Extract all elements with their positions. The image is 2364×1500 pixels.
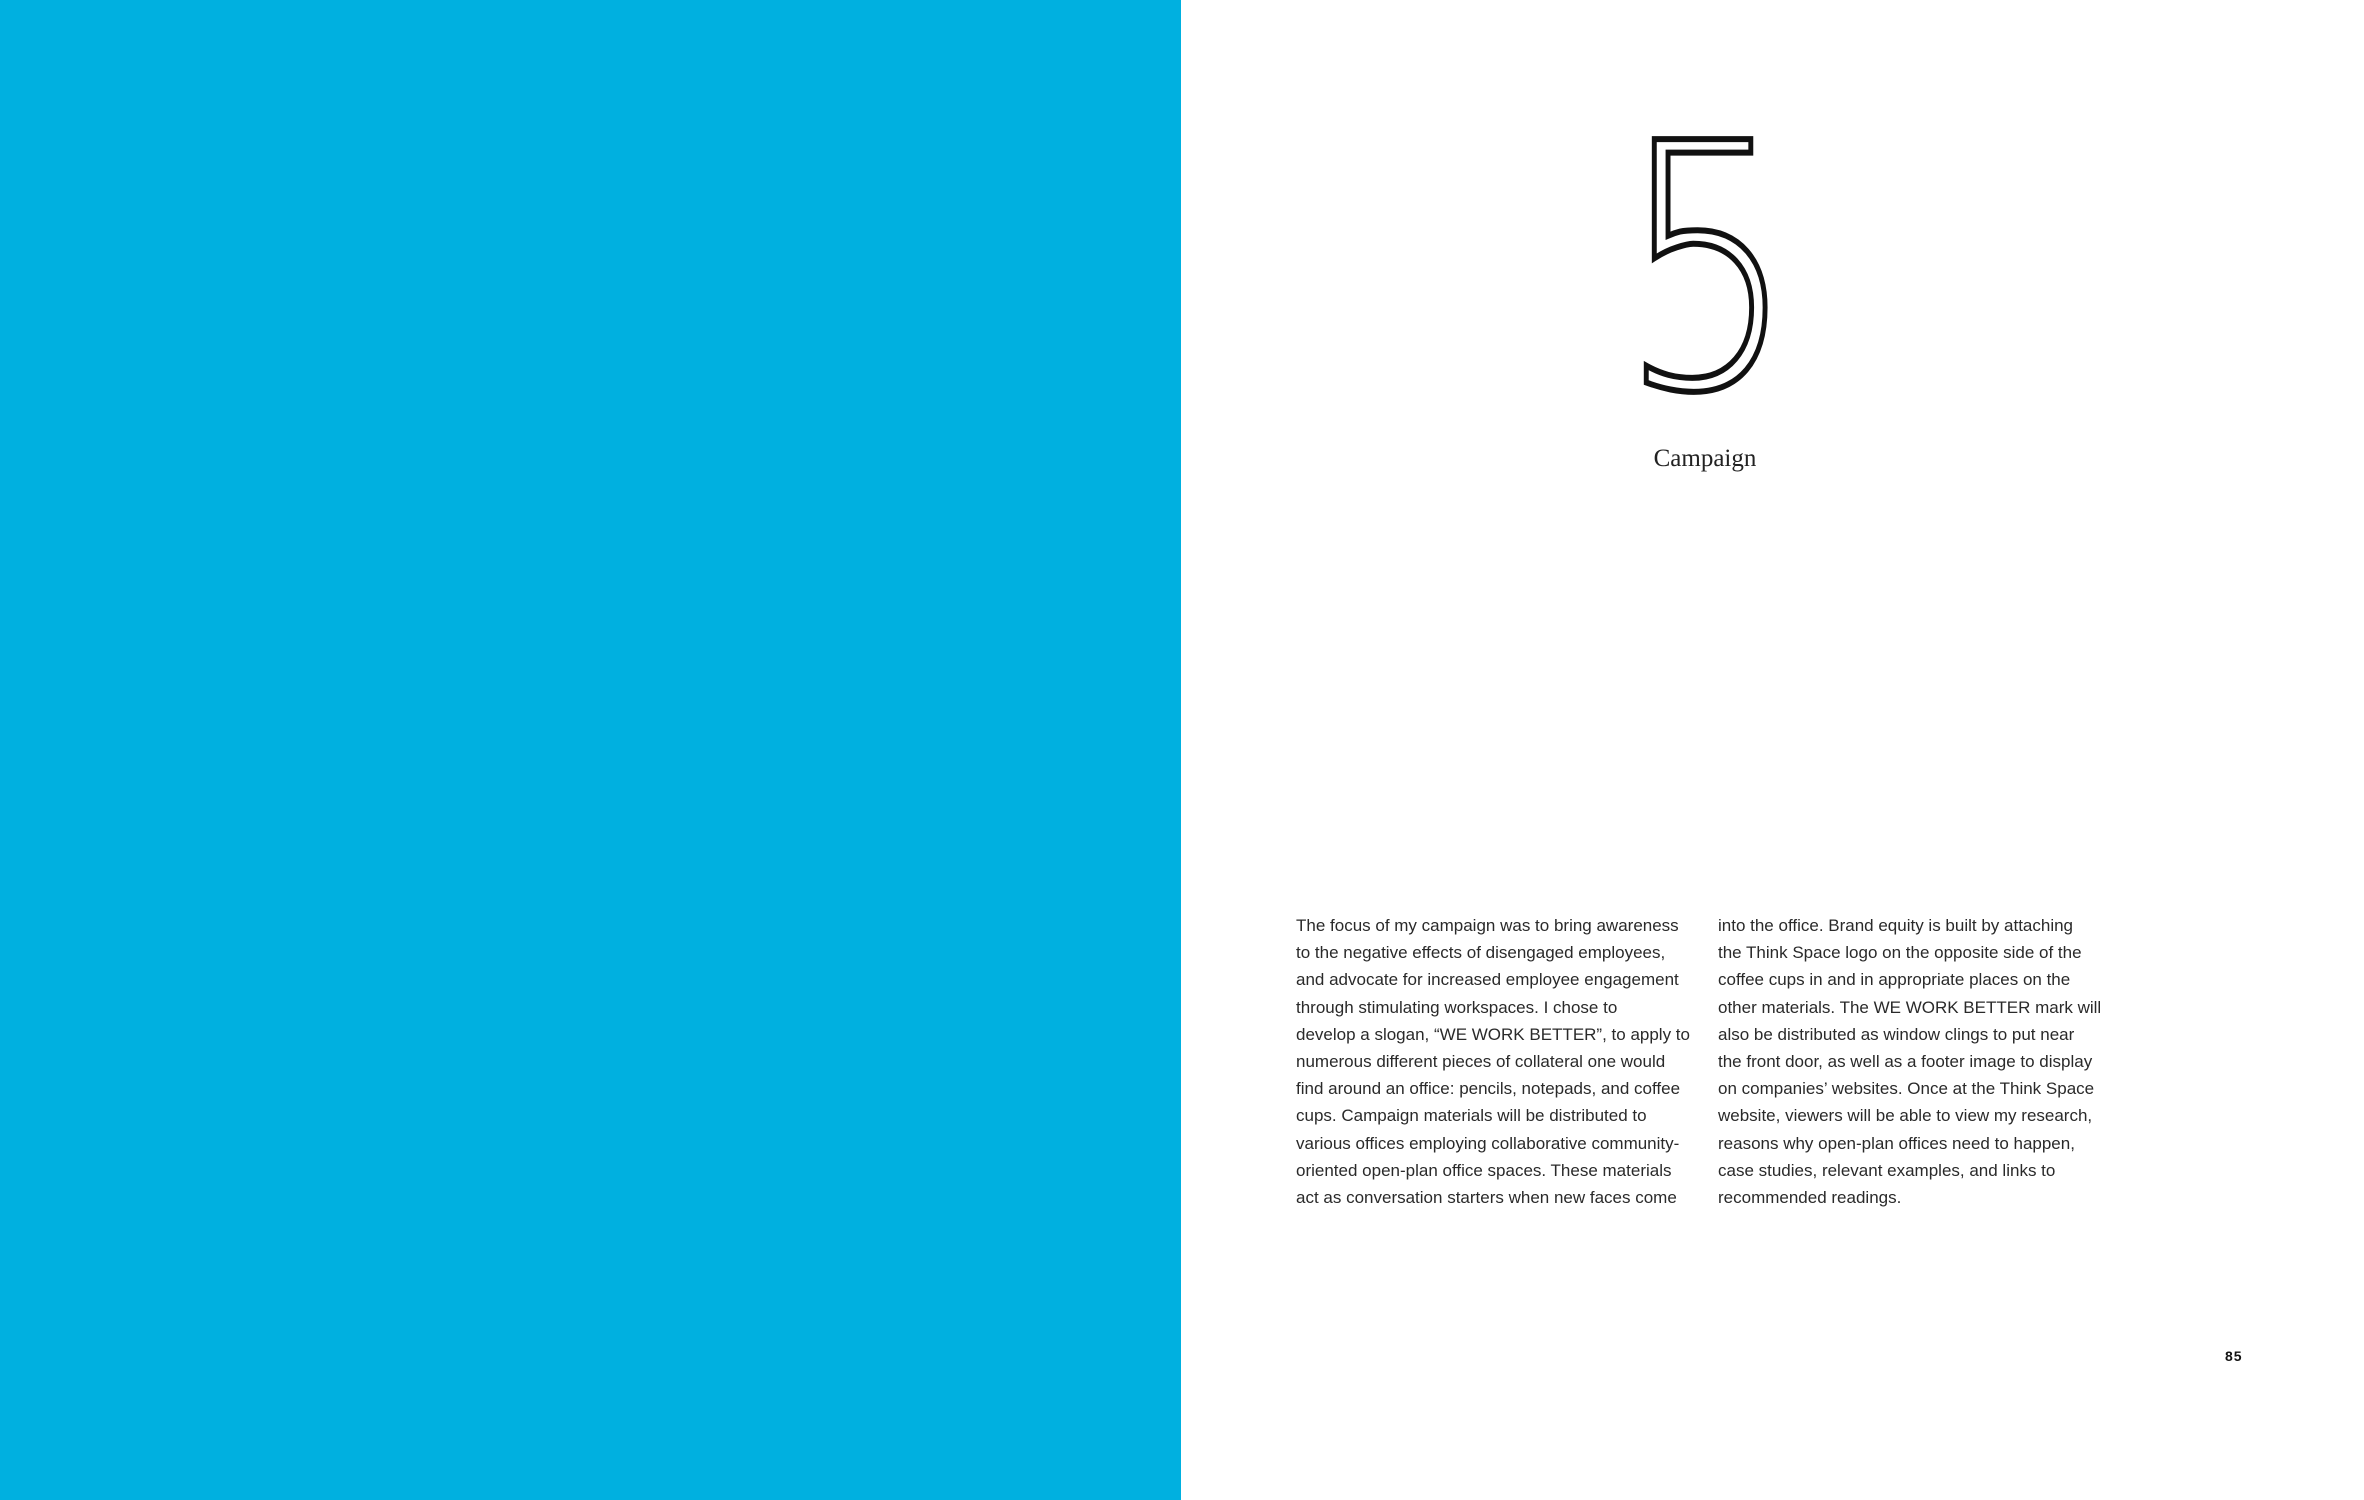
body-line: oriented open-plan office spaces. These … <box>1296 1160 1672 1180</box>
chapter-number: 5 <box>1562 97 1849 443</box>
body-line: also be distributed as window clings to … <box>1718 1024 2075 1044</box>
body-line: and advocate for increased employee enga… <box>1296 970 1679 990</box>
body-line: act as conversation starters when new fa… <box>1296 1188 1677 1208</box>
body-line: the Think Space logo on the opposite sid… <box>1718 943 2082 963</box>
body-line: coffee cups in and in appropriate places… <box>1718 970 2071 990</box>
body-column-1: The focus of my campaign was to bring aw… <box>1296 912 1691 1211</box>
body-line: develop a slogan, “WE WORK BETTER”, to a… <box>1296 1024 1690 1044</box>
body-line: other materials. The WE WORK BETTER mark… <box>1718 997 2102 1017</box>
body-line: on companies’ websites. Once at the Thin… <box>1718 1079 2095 1099</box>
body-line: to the negative effects of disengaged em… <box>1296 943 1666 963</box>
body-line: into the office. Brand equity is built b… <box>1718 916 2074 935</box>
page-number: 85 <box>2225 1348 2243 1364</box>
body-line: reasons why open-plan offices need to ha… <box>1718 1133 2075 1153</box>
body-line: case studies, relevant examples, and lin… <box>1718 1160 2056 1180</box>
body-column-2: into the office. Brand equity is built b… <box>1718 912 2113 1211</box>
book-spread: 5 Campaign The focus of my campaign was … <box>0 0 2364 1500</box>
body-line: recommended readings. <box>1718 1188 1902 1208</box>
body-line: numerous different pieces of collateral … <box>1296 1052 1666 1072</box>
body-line: cups. Campaign materials will be distrib… <box>1296 1106 1647 1126</box>
body-line: website, viewers will be able to view my… <box>1718 1106 2093 1126</box>
body-line: the front door, as well as a footer imag… <box>1718 1052 2093 1072</box>
chapter-title: Campaign <box>1653 445 1757 472</box>
body-line: through stimulating workspaces. I chose … <box>1296 997 1618 1017</box>
chapter-number-glyph: 5 <box>1616 72 1798 468</box>
body-line: The focus of my campaign was to bring aw… <box>1296 916 1679 935</box>
body-line: find around an office: pencils, notepads… <box>1296 1079 1681 1099</box>
left-page-color-panel <box>0 0 1181 1500</box>
body-line: various offices employing collaborative … <box>1296 1133 1680 1153</box>
